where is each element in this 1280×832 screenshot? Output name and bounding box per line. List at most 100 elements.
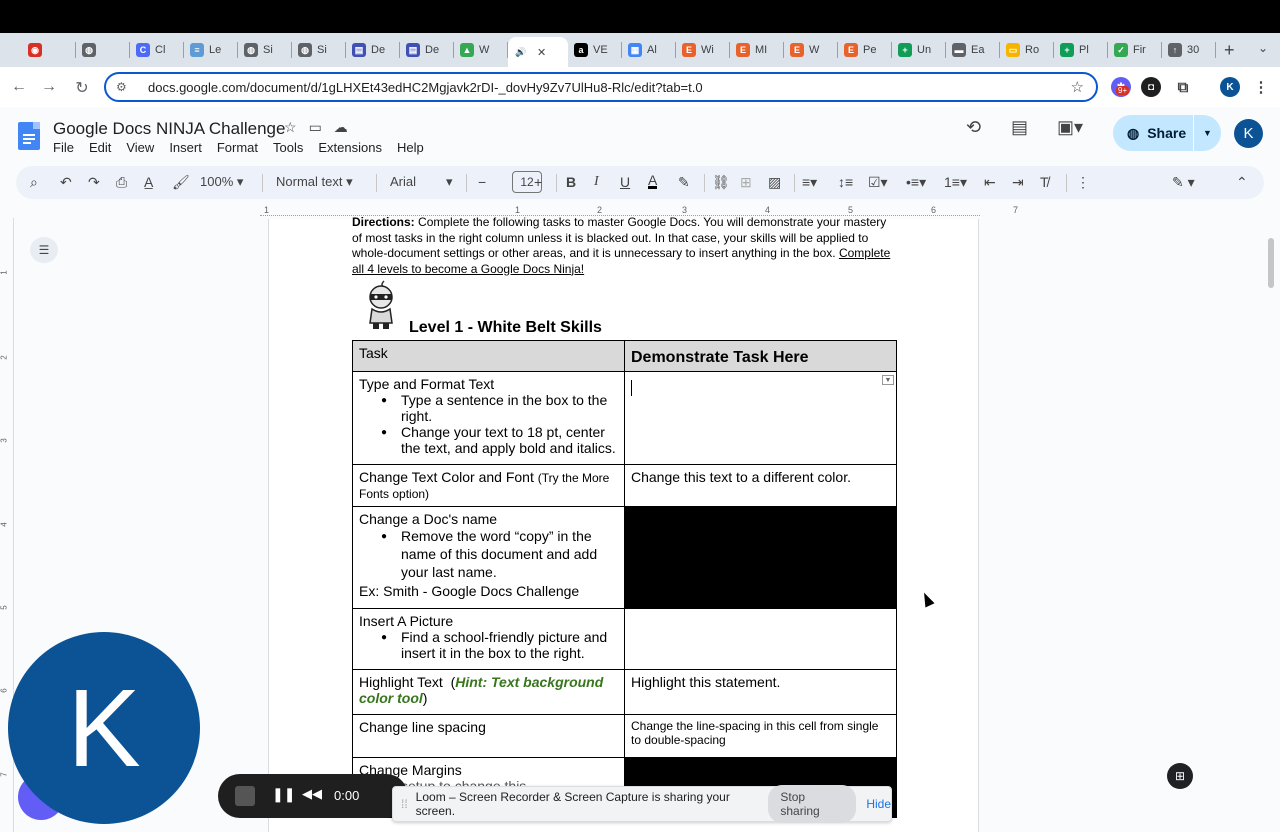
- menu-edit[interactable]: Edit: [89, 140, 111, 155]
- browser-tab[interactable]: ▭ Ro: [1000, 37, 1054, 63]
- browser-tab[interactable]: E Pe: [838, 37, 892, 63]
- task-cell[interactable]: Change a Doc's name Remove the word “cop…: [352, 506, 625, 609]
- bold-button[interactable]: B: [566, 174, 576, 190]
- browser-tab[interactable]: ◍ Si: [238, 37, 292, 63]
- browser-tab[interactable]: ◍ Si: [292, 37, 346, 63]
- document-title[interactable]: Google Docs NINJA Challenge: [53, 119, 285, 139]
- puzzle-icon[interactable]: ⧉: [1173, 77, 1193, 97]
- redo-icon[interactable]: ↷: [88, 174, 100, 191]
- browser-tab[interactable]: EW: [784, 37, 838, 63]
- task-cell[interactable]: Highlight Text (Hint: Text background co…: [352, 669, 625, 715]
- paint-format-icon[interactable]: 🖌: [172, 174, 190, 191]
- vertical-scrollbar[interactable]: [1268, 238, 1274, 288]
- highlight-color-icon[interactable]: ✎: [678, 174, 690, 191]
- underline-button[interactable]: U: [620, 174, 630, 190]
- demo-cell[interactable]: Change the line-spacing in this cell fro…: [624, 714, 897, 758]
- site-settings-icon[interactable]: ⚙: [116, 80, 136, 94]
- demo-cell[interactable]: [624, 371, 897, 465]
- browser-tab[interactable]: ▬ Ea: [946, 37, 1000, 63]
- task-cell[interactable]: Type and Format Text Type a sentence in …: [352, 371, 625, 465]
- search-menus-icon[interactable]: ⌕: [30, 174, 38, 191]
- browser-tab[interactable]: ↑ 30: [1162, 37, 1216, 63]
- task-cell[interactable]: Change Text Color and Font (Try the More…: [352, 464, 625, 507]
- increase-indent-icon[interactable]: ⇥: [1012, 174, 1024, 191]
- star-icon[interactable]: ☆: [284, 119, 297, 136]
- account-avatar[interactable]: K: [1234, 119, 1263, 148]
- stop-recording-button[interactable]: [235, 786, 255, 806]
- increase-font-size-button[interactable]: +: [534, 174, 542, 190]
- numbered-list-icon[interactable]: 1≡▾: [944, 174, 967, 191]
- demo-cell[interactable]: Change this text to a different color.: [624, 464, 897, 507]
- task-cell[interactable]: Change line spacing: [352, 714, 625, 758]
- hide-button[interactable]: Hide: [866, 797, 891, 811]
- menu-file[interactable]: File: [53, 140, 74, 155]
- menu-extensions[interactable]: Extensions: [318, 140, 382, 155]
- italic-button[interactable]: I: [594, 174, 599, 190]
- webcam-bubble[interactable]: K: [8, 632, 200, 824]
- share-dropdown-icon[interactable]: ▼: [1193, 115, 1221, 151]
- header-task[interactable]: Task: [352, 340, 625, 372]
- more-options-icon[interactable]: ⋮: [1076, 174, 1090, 191]
- pause-icon[interactable]: ❚❚: [272, 786, 295, 803]
- header-demonstrate[interactable]: Demonstrate Task Here: [624, 340, 897, 372]
- insert-image-icon[interactable]: ▨: [768, 174, 781, 191]
- tab-search-chevron-icon[interactable]: ⌄: [1258, 41, 1268, 55]
- insert-link-icon[interactable]: ⛓: [712, 174, 730, 191]
- editing-mode-icon[interactable]: ✎ ▾: [1172, 174, 1195, 191]
- browser-tab[interactable]: C Cl: [130, 37, 184, 63]
- line-spacing-icon[interactable]: ↕≡: [838, 174, 853, 190]
- new-tab-button[interactable]: +: [1224, 40, 1235, 61]
- menu-format[interactable]: Format: [217, 140, 258, 155]
- print-icon[interactable]: ⎙: [116, 174, 127, 191]
- bookmark-star-icon[interactable]: ☆: [1071, 78, 1084, 96]
- browser-tab[interactable]: E Wi: [676, 37, 730, 63]
- spellcheck-icon[interactable]: A̲: [144, 174, 153, 190]
- bulleted-list-icon[interactable]: •≡▾: [906, 174, 926, 191]
- address-bar[interactable]: ⚙ docs.google.com/document/d/1gLHXEt43ed…: [104, 72, 1098, 102]
- browser-tab[interactable]: ◍: [76, 37, 130, 63]
- reload-button[interactable]: ↻: [67, 78, 97, 98]
- decrease-indent-icon[interactable]: ⇤: [984, 174, 996, 191]
- browser-tab[interactable]: ▤ De: [346, 37, 400, 63]
- decrease-font-size-button[interactable]: −: [478, 174, 486, 190]
- text-color-button[interactable]: A: [648, 173, 658, 189]
- explore-button[interactable]: ⊞: [1167, 763, 1193, 789]
- document-outline-icon[interactable]: ☰: [30, 237, 58, 263]
- undo-icon[interactable]: ↶: [60, 174, 72, 191]
- profile-avatar[interactable]: K: [1220, 77, 1240, 97]
- browser-tab[interactable]: ≡ Le: [184, 37, 238, 63]
- task-cell[interactable]: Insert A Picture Find a school-friendly …: [352, 608, 625, 670]
- document-page[interactable]: Directions: Complete the following tasks…: [268, 215, 979, 832]
- style-select[interactable]: Normal text ▾: [276, 174, 353, 190]
- stop-sharing-button[interactable]: Stop sharing: [768, 785, 857, 823]
- comments-icon[interactable]: ▤: [1011, 117, 1028, 138]
- browser-tab[interactable]: ✓ Fir: [1108, 37, 1162, 63]
- collapse-menus-icon[interactable]: ⌃: [1236, 174, 1248, 191]
- menu-view[interactable]: View: [126, 140, 154, 155]
- demo-cell[interactable]: Highlight this statement.: [624, 669, 897, 715]
- browser-tab[interactable]: + Pl: [1054, 37, 1108, 63]
- ninja-image[interactable]: [362, 279, 400, 331]
- forward-button[interactable]: →: [34, 78, 64, 96]
- browser-tab[interactable]: ▤ De: [400, 37, 454, 63]
- font-select[interactable]: Arial: [390, 174, 416, 189]
- menu-insert[interactable]: Insert: [169, 140, 202, 155]
- browser-tab[interactable]: ▦ Al: [622, 37, 676, 63]
- menu-help[interactable]: Help: [397, 140, 424, 155]
- font-dropdown-icon[interactable]: ▾: [446, 174, 453, 190]
- drag-handle-icon[interactable]: ⁞⁞: [401, 797, 408, 811]
- version-history-icon[interactable]: ⟲: [966, 117, 981, 138]
- rewind-icon[interactable]: ◀◀: [302, 786, 322, 802]
- back-button[interactable]: ←: [4, 78, 34, 96]
- zoom-select[interactable]: 100% ▾: [200, 174, 243, 190]
- menu-tools[interactable]: Tools: [273, 140, 303, 155]
- checklist-icon[interactable]: ☑▾: [868, 174, 888, 191]
- clear-formatting-icon[interactable]: T̸: [1040, 174, 1049, 190]
- meet-icon[interactable]: ▣▾: [1057, 117, 1083, 138]
- demo-cell[interactable]: [624, 608, 897, 670]
- browser-tab[interactable]: ▲ W: [454, 37, 508, 63]
- move-folder-icon[interactable]: ▭: [309, 119, 322, 136]
- browser-tab[interactable]: ◉: [22, 37, 76, 63]
- browser-tab[interactable]: E MI: [730, 37, 784, 63]
- close-tab-icon[interactable]: ✕: [537, 46, 546, 59]
